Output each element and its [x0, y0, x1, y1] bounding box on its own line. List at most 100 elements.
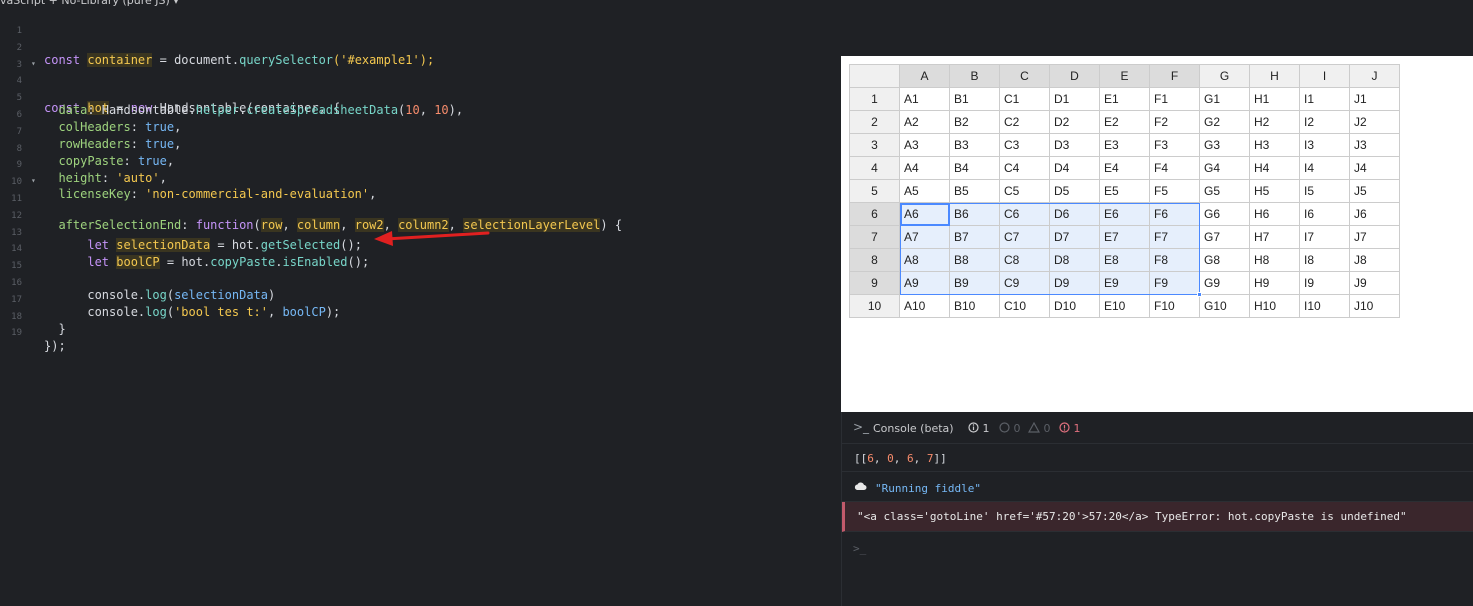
- editor-language-tab[interactable]: vaScript + No-Library (pure JS) ▾: [0, 0, 179, 12]
- fold-toggle-icon[interactable]: ▾: [31, 59, 36, 68]
- table-cell[interactable]: A3: [899, 133, 950, 157]
- table-cell[interactable]: A2: [899, 110, 950, 134]
- table-cell[interactable]: A8: [899, 248, 950, 272]
- table-cell[interactable]: G1: [1199, 87, 1250, 111]
- table-cell[interactable]: H2: [1249, 110, 1300, 134]
- table-cell[interactable]: D1: [1049, 87, 1100, 111]
- table-cell[interactable]: A5: [899, 179, 950, 203]
- table-cell[interactable]: J5: [1349, 179, 1400, 203]
- table-cell[interactable]: H7: [1249, 225, 1300, 249]
- table-cell[interactable]: I6: [1299, 202, 1350, 226]
- table-cell[interactable]: J9: [1349, 271, 1400, 295]
- error-count-badge[interactable]: 1: [1059, 422, 1081, 435]
- table-cell[interactable]: G6: [1199, 202, 1250, 226]
- fold-toggle-icon[interactable]: ▾: [31, 176, 36, 185]
- table-cell[interactable]: A9: [899, 271, 950, 295]
- table-cell[interactable]: E3: [1099, 133, 1150, 157]
- table-cell[interactable]: C3: [999, 133, 1050, 157]
- table-cell[interactable]: A7: [899, 225, 950, 249]
- console-input-row[interactable]: >_: [842, 532, 1473, 564]
- row-header[interactable]: 8: [849, 248, 900, 272]
- row-header[interactable]: 1: [849, 87, 900, 111]
- table-cell[interactable]: C4: [999, 156, 1050, 180]
- table-cell[interactable]: A10: [899, 294, 950, 318]
- table-cell[interactable]: C1: [999, 87, 1050, 111]
- row-header[interactable]: 2: [849, 110, 900, 134]
- table-cell[interactable]: J3: [1349, 133, 1400, 157]
- corner-header[interactable]: [849, 64, 900, 88]
- table-cell[interactable]: F7: [1149, 225, 1200, 249]
- column-header[interactable]: H: [1249, 64, 1300, 88]
- table-cell[interactable]: I3: [1299, 133, 1350, 157]
- row-header[interactable]: 9: [849, 271, 900, 295]
- table-cell[interactable]: J2: [1349, 110, 1400, 134]
- table-cell[interactable]: I5: [1299, 179, 1350, 203]
- column-header[interactable]: E: [1099, 64, 1150, 88]
- table-cell[interactable]: I10: [1299, 294, 1350, 318]
- table-cell[interactable]: H8: [1249, 248, 1300, 272]
- row-header[interactable]: 4: [849, 156, 900, 180]
- table-cell[interactable]: E4: [1099, 156, 1150, 180]
- table-cell[interactable]: G3: [1199, 133, 1250, 157]
- table-cell[interactable]: D8: [1049, 248, 1100, 272]
- table-cell[interactable]: B2: [949, 110, 1000, 134]
- table-cell[interactable]: H9: [1249, 271, 1300, 295]
- table-cell[interactable]: I4: [1299, 156, 1350, 180]
- table-cell[interactable]: J1: [1349, 87, 1400, 111]
- table-cell[interactable]: C2: [999, 110, 1050, 134]
- column-header[interactable]: F: [1149, 64, 1200, 88]
- table-cell[interactable]: J10: [1349, 294, 1400, 318]
- table-cell[interactable]: B6: [949, 202, 1000, 226]
- table-cell[interactable]: D9: [1049, 271, 1100, 295]
- table-cell[interactable]: D6: [1049, 202, 1100, 226]
- table-cell[interactable]: C9: [999, 271, 1050, 295]
- table-cell[interactable]: B5: [949, 179, 1000, 203]
- table-cell[interactable]: H3: [1249, 133, 1300, 157]
- table-cell[interactable]: H5: [1249, 179, 1300, 203]
- table-cell[interactable]: G5: [1199, 179, 1250, 203]
- table-cell[interactable]: I1: [1299, 87, 1350, 111]
- table-cell[interactable]: E7: [1099, 225, 1150, 249]
- row-header[interactable]: 7: [849, 225, 900, 249]
- log-count-badge[interactable]: 0: [999, 422, 1021, 435]
- column-header[interactable]: I: [1299, 64, 1350, 88]
- table-cell[interactable]: G7: [1199, 225, 1250, 249]
- table-cell[interactable]: I7: [1299, 225, 1350, 249]
- table-cell[interactable]: D7: [1049, 225, 1100, 249]
- row-header[interactable]: 3: [849, 133, 900, 157]
- table-cell[interactable]: C6: [999, 202, 1050, 226]
- table-cell[interactable]: H6: [1249, 202, 1300, 226]
- table-cell[interactable]: J6: [1349, 202, 1400, 226]
- table-cell[interactable]: G9: [1199, 271, 1250, 295]
- table-cell[interactable]: C8: [999, 248, 1050, 272]
- table-cell[interactable]: F2: [1149, 110, 1200, 134]
- column-header[interactable]: G: [1199, 64, 1250, 88]
- table-cell[interactable]: A6: [899, 202, 950, 226]
- warning-count-badge[interactable]: 0: [1027, 421, 1051, 435]
- table-cell[interactable]: B1: [949, 87, 1000, 111]
- table-cell[interactable]: D4: [1049, 156, 1100, 180]
- column-header[interactable]: D: [1049, 64, 1100, 88]
- table-cell[interactable]: G8: [1199, 248, 1250, 272]
- column-header[interactable]: J: [1349, 64, 1400, 88]
- table-cell[interactable]: G4: [1199, 156, 1250, 180]
- table-cell[interactable]: E2: [1099, 110, 1150, 134]
- table-cell[interactable]: B10: [949, 294, 1000, 318]
- row-header[interactable]: 10: [849, 294, 900, 318]
- column-header[interactable]: B: [949, 64, 1000, 88]
- code-editor[interactable]: vaScript + No-Library (pure JS) ▾ 1 cons…: [0, 0, 840, 606]
- table-cell[interactable]: E8: [1099, 248, 1150, 272]
- table-cell[interactable]: D2: [1049, 110, 1100, 134]
- info-count-badge[interactable]: 1: [968, 422, 990, 435]
- table-cell[interactable]: A4: [899, 156, 950, 180]
- table-cell[interactable]: J7: [1349, 225, 1400, 249]
- table-cell[interactable]: D10: [1049, 294, 1100, 318]
- table-cell[interactable]: A1: [899, 87, 950, 111]
- table-cell[interactable]: I2: [1299, 110, 1350, 134]
- table-cell[interactable]: F5: [1149, 179, 1200, 203]
- table-cell[interactable]: F9: [1149, 271, 1200, 295]
- row-header[interactable]: 6: [849, 202, 900, 226]
- table-cell[interactable]: B4: [949, 156, 1000, 180]
- table-cell[interactable]: B8: [949, 248, 1000, 272]
- console-prompt[interactable]: >_: [853, 542, 866, 555]
